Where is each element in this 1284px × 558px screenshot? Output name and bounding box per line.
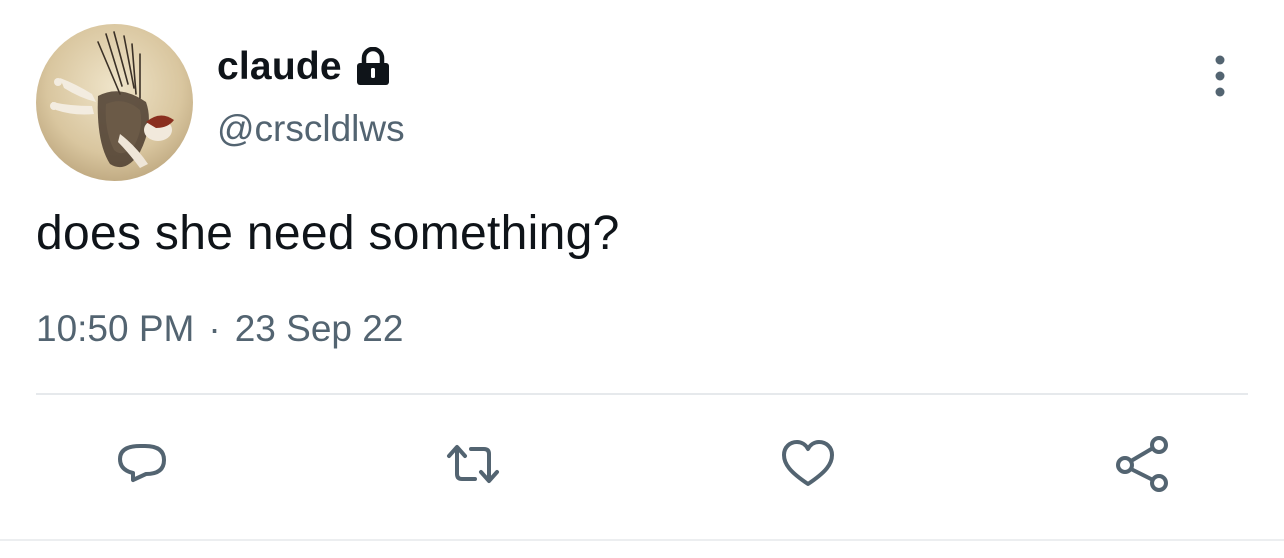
reply-icon — [118, 444, 166, 482]
timestamp-separator: · — [208, 308, 221, 349]
lock-icon — [354, 46, 392, 87]
reply-button[interactable] — [110, 432, 174, 496]
share-button[interactable] — [1110, 432, 1174, 496]
username-handle[interactable]: @crscldlws — [217, 108, 405, 150]
display-name[interactable]: claude — [217, 45, 342, 89]
bottom-divider — [0, 539, 1284, 541]
tweet-date: 23 Sep 22 — [234, 308, 404, 349]
avatar-illustration — [50, 31, 174, 168]
tweet-timestamp[interactable]: 10:50 PM · 23 Sep 22 — [36, 308, 403, 350]
tweet-time: 10:50 PM — [36, 308, 195, 349]
retweet-button[interactable] — [441, 432, 505, 496]
divider — [36, 393, 1248, 395]
like-button[interactable] — [776, 432, 840, 496]
tweet-text: does she need something? — [36, 207, 620, 260]
like-icon — [782, 440, 834, 486]
share-icon — [1116, 436, 1168, 492]
more-icon[interactable] — [1204, 54, 1236, 98]
author-name-row: claude — [217, 40, 392, 94]
retweet-icon — [447, 445, 499, 483]
tweet-card: claude @crscldlws does she need somethin… — [0, 0, 1284, 558]
avatar[interactable] — [36, 24, 193, 181]
